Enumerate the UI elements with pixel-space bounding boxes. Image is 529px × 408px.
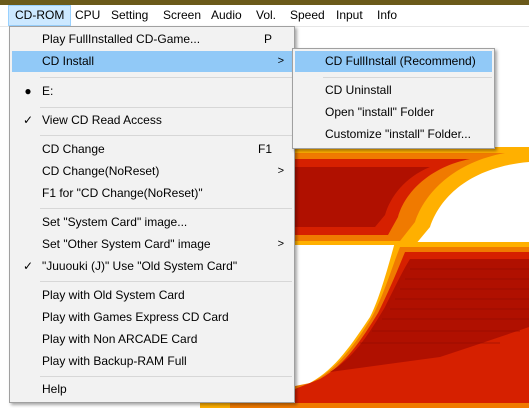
menu-cpu[interactable]: CPU [69,5,106,26]
menu-item-view-cd-read-access[interactable]: ✓ View CD Read Access [12,110,292,131]
chevron-right-icon: > [277,165,284,177]
menu-item-label: Set "System Card" image... [42,215,188,229]
menu-item-label: Open "install" Folder [325,105,435,119]
menu-separator [40,208,292,209]
menu-item-play-fullinstalled[interactable]: Play FullInstalled CD-Game... P [12,29,292,50]
menu-audio[interactable]: Audio [205,5,248,26]
menu-item-label: CD FullInstall (Recommend) [325,54,476,68]
submenu-item-customize-install-folder[interactable]: Customize "install" Folder... [295,124,492,145]
checkmark-icon: ✓ [22,113,34,127]
menu-item-help[interactable]: Help [12,379,292,400]
menu-bar: CD-ROM CPU Setting Screen Audio Vol. Spe… [0,5,529,27]
menu-item-label: CD Change [42,142,105,156]
menu-item-cd-change-noreset[interactable]: CD Change(NoReset) > [12,161,292,182]
menu-item-label: Play with Non ARCADE Card [42,332,198,346]
cd-install-submenu: CD FullInstall (Recommend) CD Uninstall … [292,48,495,149]
menu-item-label: CD Change(NoReset) [42,164,160,178]
menu-item-label: CD Install [42,54,95,68]
menu-item-label: View CD Read Access [42,113,162,127]
radio-dot-icon: ● [24,84,32,98]
menu-separator [40,376,292,377]
menu-separator [323,77,492,78]
menu-item-label: Play FullInstalled CD-Game... [42,32,201,46]
menu-item-label: Set "Other System Card" image [42,237,211,251]
menu-speed[interactable]: Speed [284,5,331,26]
menu-input[interactable]: Input [330,5,369,26]
submenu-item-cd-uninstall[interactable]: CD Uninstall [295,80,492,101]
shortcut-label: F1 [257,142,272,156]
menu-item-cd-install[interactable]: CD Install > [12,51,292,72]
menu-item-play-non-arcade[interactable]: Play with Non ARCADE Card [12,329,292,350]
menu-item-juuouki[interactable]: ✓ "Juuouki (J)" Use "Old System Card" [12,256,292,277]
submenu-item-cd-fullinstall[interactable]: CD FullInstall (Recommend) [295,51,492,72]
menu-screen[interactable]: Screen [157,5,207,26]
menu-item-play-games-express[interactable]: Play with Games Express CD Card [12,307,292,328]
menu-item-label: Help [42,382,67,396]
menu-separator [40,135,292,136]
menu-item-set-system-card[interactable]: Set "System Card" image... [12,212,292,233]
menu-separator [40,281,292,282]
chevron-right-icon: > [277,238,284,250]
menu-item-label: "Juuouki (J)" Use "Old System Card" [42,259,238,273]
menu-item-label: E: [42,84,54,98]
submenu-item-open-install-folder[interactable]: Open "install" Folder [295,102,492,123]
menu-item-play-old-system-card[interactable]: Play with Old System Card [12,285,292,306]
menu-vol[interactable]: Vol. [250,5,282,26]
cd-rom-dropdown: Play FullInstalled CD-Game... P CD Insta… [9,26,295,403]
menu-item-label: Play with Games Express CD Card [42,310,229,324]
menu-item-drive-e[interactable]: ● E: [12,81,292,102]
menu-item-label: Customize "install" Folder... [325,127,471,141]
shortcut-label: P [263,32,272,46]
menu-info[interactable]: Info [371,5,403,26]
menu-item-cd-change[interactable]: CD Change F1 [12,139,292,160]
chevron-right-icon: > [277,55,284,67]
menu-item-label: Play with Old System Card [42,288,185,302]
menu-cd-rom[interactable]: CD-ROM [8,5,72,26]
menu-item-label: Play with Backup-RAM Full [42,354,187,368]
menu-item-label: F1 for "CD Change(NoReset)" [42,186,203,200]
menu-separator [40,107,292,108]
menu-setting[interactable]: Setting [105,5,154,26]
menu-item-play-backup-ram-full[interactable]: Play with Backup-RAM Full [12,351,292,372]
menu-item-set-other-system-card[interactable]: Set "Other System Card" image > [12,234,292,255]
checkmark-icon: ✓ [22,259,34,273]
menu-item-f1-for[interactable]: F1 for "CD Change(NoReset)" [12,183,292,204]
menu-item-label: CD Uninstall [325,83,392,97]
menu-separator [40,77,292,78]
